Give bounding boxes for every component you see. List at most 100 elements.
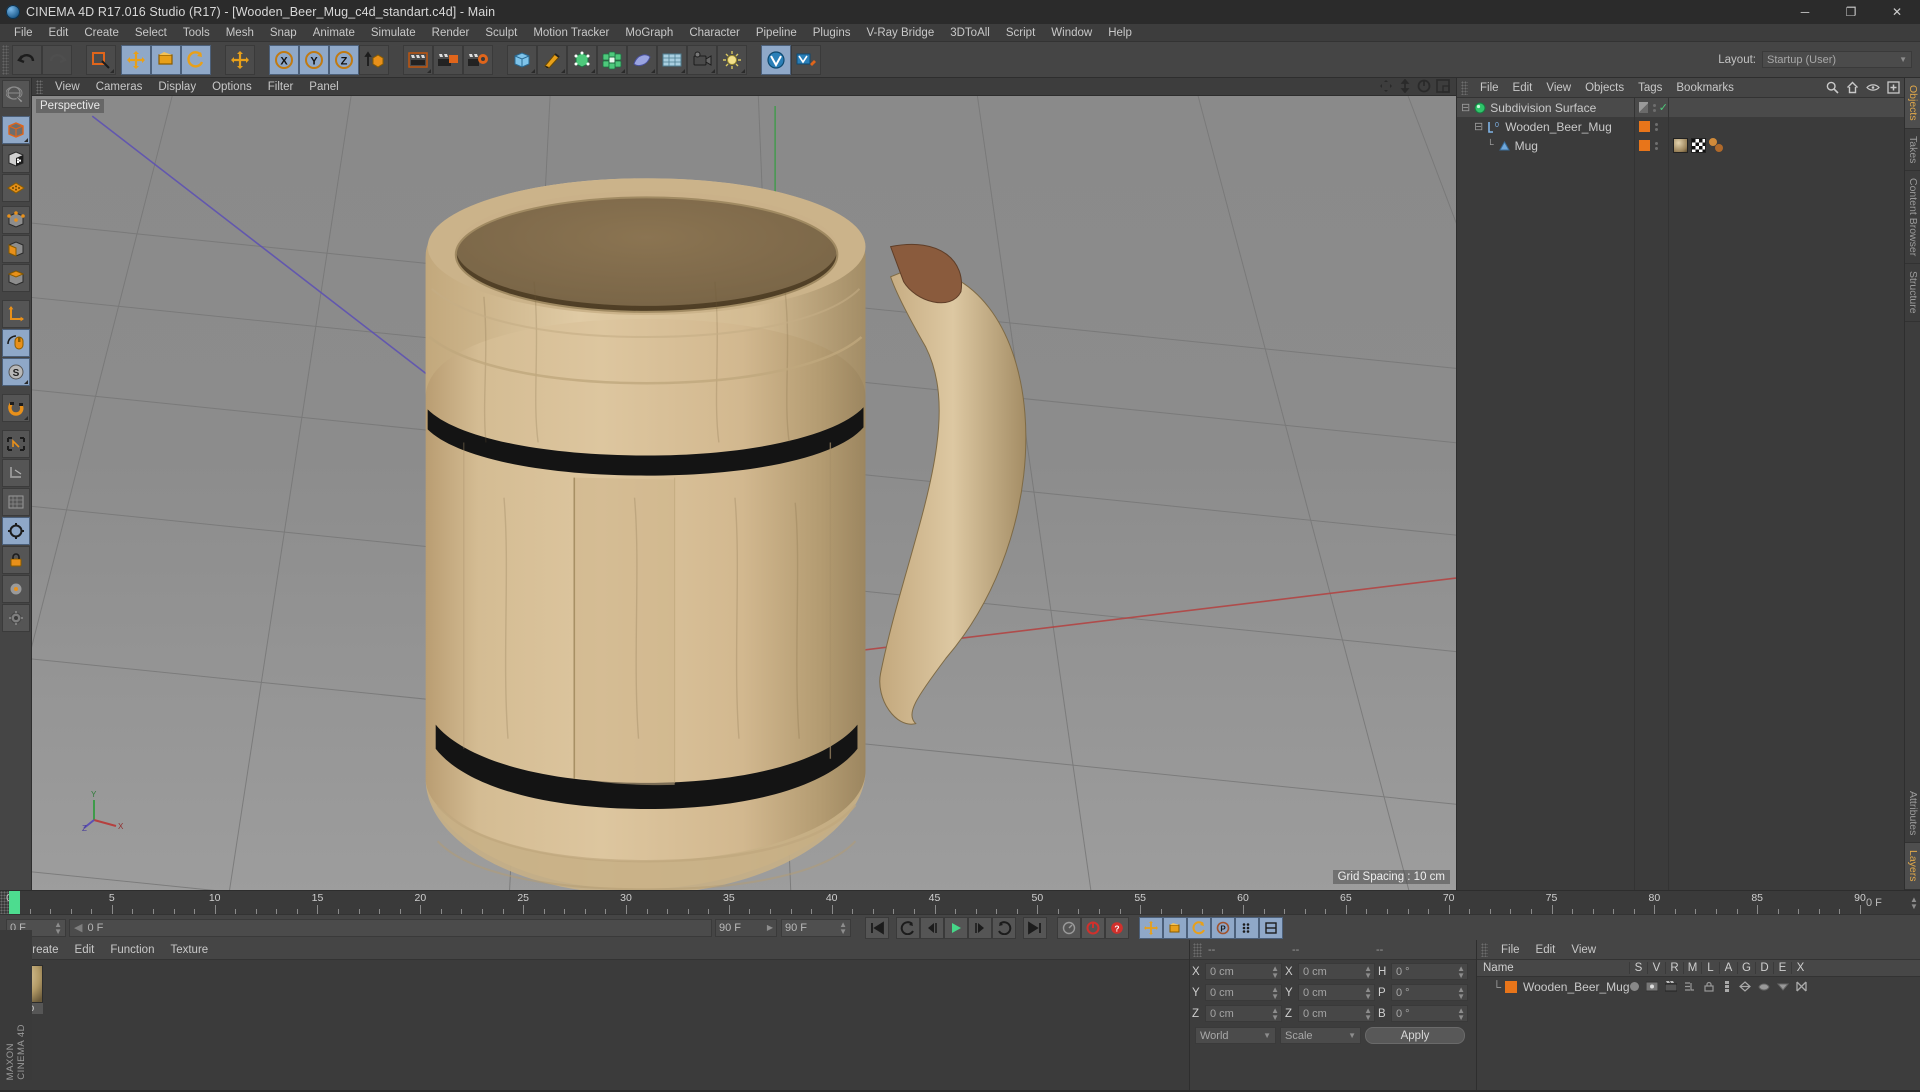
- timeline-frame-spinner[interactable]: ▲ ▼: [1908, 891, 1920, 914]
- object-row[interactable]: └ Mug: [1457, 136, 1634, 155]
- keyframe-help-button[interactable]: ?: [1105, 916, 1129, 939]
- mat-menu-edit[interactable]: Edit: [67, 940, 103, 960]
- timeline-settings-button[interactable]: [1259, 916, 1283, 939]
- maximize-view-icon[interactable]: [1436, 79, 1450, 93]
- timeline-track[interactable]: 051015202530354045505560657075808590: [6, 891, 1866, 914]
- add-mograph-button[interactable]: [597, 44, 627, 75]
- quantize-button[interactable]: [1, 488, 30, 516]
- record-button[interactable]: [1081, 916, 1105, 939]
- scale-key-button[interactable]: [1163, 916, 1187, 939]
- spinner-icon[interactable]: ▲ ▼: [1364, 985, 1372, 1000]
- coord-size-x-input[interactable]: 0 cm ▲ ▼: [1298, 963, 1375, 980]
- spinner-icon-2[interactable]: ▲ ▼: [839, 920, 847, 935]
- coord-position-y-input[interactable]: 0 cm ▲ ▼: [1205, 984, 1282, 1001]
- menu-select[interactable]: Select: [127, 24, 175, 42]
- pan-icon[interactable]: [1379, 79, 1393, 93]
- object-row[interactable]: ⊟ Subdivision Surface: [1457, 98, 1634, 117]
- go-to-start-button[interactable]: [865, 916, 889, 939]
- coord-position-x-input[interactable]: 0 cm ▲ ▼: [1205, 963, 1282, 980]
- viewport-menu-panel[interactable]: Panel: [301, 78, 346, 96]
- object-visibility-cell[interactable]: ✓: [1635, 98, 1668, 117]
- layer-column-a[interactable]: A: [1719, 962, 1737, 974]
- render-settings-button[interactable]: [463, 44, 493, 75]
- orbit-icon[interactable]: [1417, 79, 1431, 93]
- viewport-menu-view[interactable]: View: [47, 78, 88, 96]
- polygons-mode-button[interactable]: [1, 235, 30, 263]
- search-icon[interactable]: [1826, 81, 1839, 94]
- om-menu-view[interactable]: View: [1539, 78, 1578, 98]
- menu-plugins[interactable]: Plugins: [805, 24, 859, 42]
- z-axis-lock-button[interactable]: Z: [329, 44, 359, 75]
- coord-position-z-input[interactable]: 0 cm ▲ ▼: [1205, 1005, 1282, 1022]
- vray-render-button[interactable]: [791, 44, 821, 75]
- object-color-swatch[interactable]: [1639, 140, 1650, 151]
- material-list[interactable]: Woo: [0, 960, 1189, 1090]
- om-menu-edit[interactable]: Edit: [1506, 78, 1540, 98]
- play-button[interactable]: [944, 916, 968, 939]
- soft-selection-button[interactable]: S: [1, 358, 30, 386]
- viewport-menu-grip[interactable]: [36, 79, 43, 94]
- layer-render-icon[interactable]: [1665, 981, 1677, 992]
- layer-column-r[interactable]: R: [1665, 962, 1683, 974]
- scrub-handle-icon[interactable]: ◀: [74, 921, 82, 934]
- layer-color-swatch[interactable]: [1505, 980, 1517, 993]
- add-cube-button[interactable]: [507, 44, 537, 75]
- position-key-button[interactable]: [1139, 916, 1163, 939]
- lay-menu-file[interactable]: File: [1493, 940, 1528, 960]
- object-visibility-cell[interactable]: [1635, 117, 1668, 136]
- world-axis-button[interactable]: [1, 300, 30, 328]
- spinner-icon[interactable]: ▲ ▼: [1457, 964, 1465, 979]
- timeline-end-field[interactable]: 90 F ▲ ▼: [781, 918, 851, 937]
- autokey-speedometer-button[interactable]: [1057, 916, 1081, 939]
- menu-edit[interactable]: Edit: [41, 24, 77, 42]
- object-tags-cell[interactable]: [1669, 136, 1904, 155]
- spinner-icon[interactable]: ▲ ▼: [1271, 1006, 1279, 1021]
- right-tab-structure[interactable]: Structure: [1905, 264, 1920, 322]
- om-menu-objects[interactable]: Objects: [1578, 78, 1631, 98]
- y-axis-lock-button[interactable]: Y: [299, 44, 329, 75]
- apply-button[interactable]: Apply: [1365, 1027, 1465, 1044]
- render-view-button[interactable]: [403, 44, 433, 75]
- menu-help[interactable]: Help: [1100, 24, 1140, 42]
- visibility-dots-icon[interactable]: [1655, 141, 1658, 150]
- timeline-scrub-bar[interactable]: ◀ 0 F: [69, 918, 712, 937]
- object-manager-body[interactable]: ⊟ Subdivision Surface ⊟ 0 Wooden_Beer_Mug └ Mu…: [1457, 98, 1904, 890]
- padlock-button[interactable]: [1, 546, 30, 574]
- model-mode-button[interactable]: [1, 116, 30, 144]
- add-light-button[interactable]: [717, 44, 747, 75]
- texture-tag-icon[interactable]: [1709, 138, 1725, 153]
- minimize-button[interactable]: ─: [1782, 0, 1828, 24]
- menu-sculpt[interactable]: Sculpt: [477, 24, 525, 42]
- layer-menu-grip[interactable]: [1481, 942, 1488, 957]
- bottom-tab-attributes[interactable]: Attributes: [1905, 784, 1920, 844]
- layer-expressions-icon[interactable]: [1777, 981, 1789, 992]
- rotation-key-button[interactable]: [1187, 916, 1211, 939]
- redo-button[interactable]: [42, 44, 72, 75]
- enabled-check-icon[interactable]: ✓: [1659, 101, 1668, 114]
- viewport-menu-filter[interactable]: Filter: [260, 78, 302, 96]
- timeline-current-frame[interactable]: 0 F: [1860, 891, 1908, 914]
- object-tags-cell[interactable]: [1669, 98, 1904, 117]
- spinner-icon[interactable]: ▲ ▼: [1271, 964, 1279, 979]
- spinner-icon[interactable]: ▲ ▼: [54, 920, 62, 935]
- menu-create[interactable]: Create: [76, 24, 127, 42]
- render-region-button[interactable]: [433, 44, 463, 75]
- object-tags-cell[interactable]: [1669, 117, 1904, 136]
- snap-button[interactable]: [1, 394, 30, 422]
- object-manager-grip[interactable]: [1461, 80, 1468, 95]
- menu-pipeline[interactable]: Pipeline: [748, 24, 805, 42]
- go-to-end-button[interactable]: [1023, 916, 1047, 939]
- bottom-tab-layers[interactable]: Layers: [1905, 843, 1920, 890]
- layer-column-g[interactable]: G: [1737, 962, 1755, 974]
- layer-generators-icon[interactable]: [1739, 981, 1751, 992]
- texture-mode-button[interactable]: [1, 145, 30, 173]
- dolly-icon[interactable]: [1398, 79, 1412, 93]
- point-level-key-button[interactable]: [1235, 916, 1259, 939]
- tree-expand-toggle[interactable]: ⊟: [1474, 120, 1483, 134]
- visibility-dots-icon[interactable]: [1655, 122, 1658, 131]
- eye-icon[interactable]: [1866, 81, 1880, 94]
- tree-expand-toggle[interactable]: ⊟: [1461, 101, 1470, 115]
- coord-size-y-input[interactable]: 0 cm ▲ ▼: [1298, 984, 1375, 1001]
- step-forward-button[interactable]: [968, 916, 992, 939]
- play-range-icon[interactable]: ▶: [767, 924, 773, 932]
